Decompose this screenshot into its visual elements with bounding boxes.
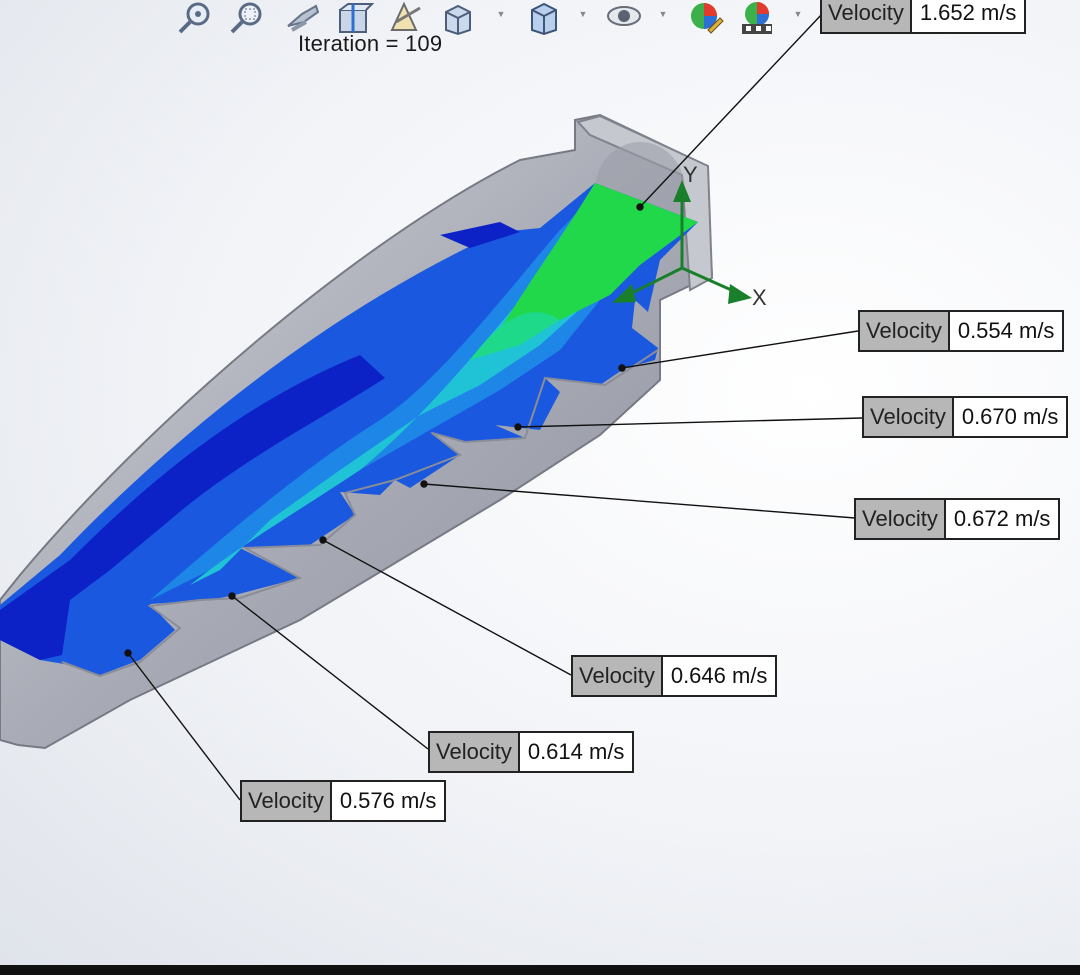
probe-callout-1[interactable]: Velocity 1.652 m/s (820, 0, 1027, 34)
view-orientation-icon[interactable] (440, 0, 478, 36)
probe-callout-3[interactable]: Velocity 0.670 m/s (862, 396, 1069, 438)
hide-show-dropdown-icon[interactable]: ▼ (658, 9, 668, 21)
probe-callout-4[interactable]: Velocity 0.672 m/s (854, 498, 1061, 540)
probe-value: 1.652 m/s (919, 0, 1017, 25)
view-orientation-dropdown-icon[interactable]: ▼ (496, 9, 506, 21)
probe-callout-5[interactable]: Velocity 0.646 m/s (571, 655, 778, 697)
apply-scene-dropdown-icon[interactable]: ▼ (793, 9, 803, 21)
zoom-to-area-icon[interactable] (228, 0, 266, 36)
probe-value: 0.646 m/s (670, 663, 768, 688)
probe-name: Velocity (822, 0, 912, 32)
graphics-viewport[interactable]: ▼ ▼ ▼ ▼ Iteration = 109 Y X Velocity 1.6… (0, 0, 1080, 965)
probe-name: Velocity (430, 733, 520, 771)
y-axis-label: Y (683, 162, 698, 187)
probe-name: Velocity (573, 657, 663, 695)
display-style-dropdown-icon[interactable]: ▼ (578, 9, 588, 21)
flow-model[interactable] (0, 0, 1080, 965)
zoom-to-fit-icon[interactable] (176, 0, 214, 36)
probe-value: 0.670 m/s (961, 404, 1059, 429)
probe-value: 0.672 m/s (953, 506, 1051, 531)
apply-scene-icon[interactable] (738, 0, 776, 36)
probe-value: 0.614 m/s (527, 739, 625, 764)
display-style-icon[interactable] (524, 0, 562, 36)
probe-callout-2[interactable]: Velocity 0.554 m/s (858, 310, 1065, 352)
probe-value: 0.576 m/s (339, 788, 437, 813)
bottom-bar (0, 965, 1080, 975)
probe-value: 0.554 m/s (957, 318, 1055, 343)
probe-name: Velocity (856, 500, 946, 538)
probe-name: Velocity (242, 782, 332, 820)
probe-callout-6[interactable]: Velocity 0.614 m/s (428, 731, 635, 773)
probe-name: Velocity (864, 398, 954, 436)
x-axis-label: X (752, 285, 767, 310)
edit-appearance-icon[interactable] (686, 0, 724, 36)
hide-show-items-icon[interactable] (605, 0, 643, 36)
probe-name: Velocity (860, 312, 950, 350)
iteration-label: Iteration = 109 (298, 31, 443, 56)
probe-callout-7[interactable]: Velocity 0.576 m/s (240, 780, 447, 822)
